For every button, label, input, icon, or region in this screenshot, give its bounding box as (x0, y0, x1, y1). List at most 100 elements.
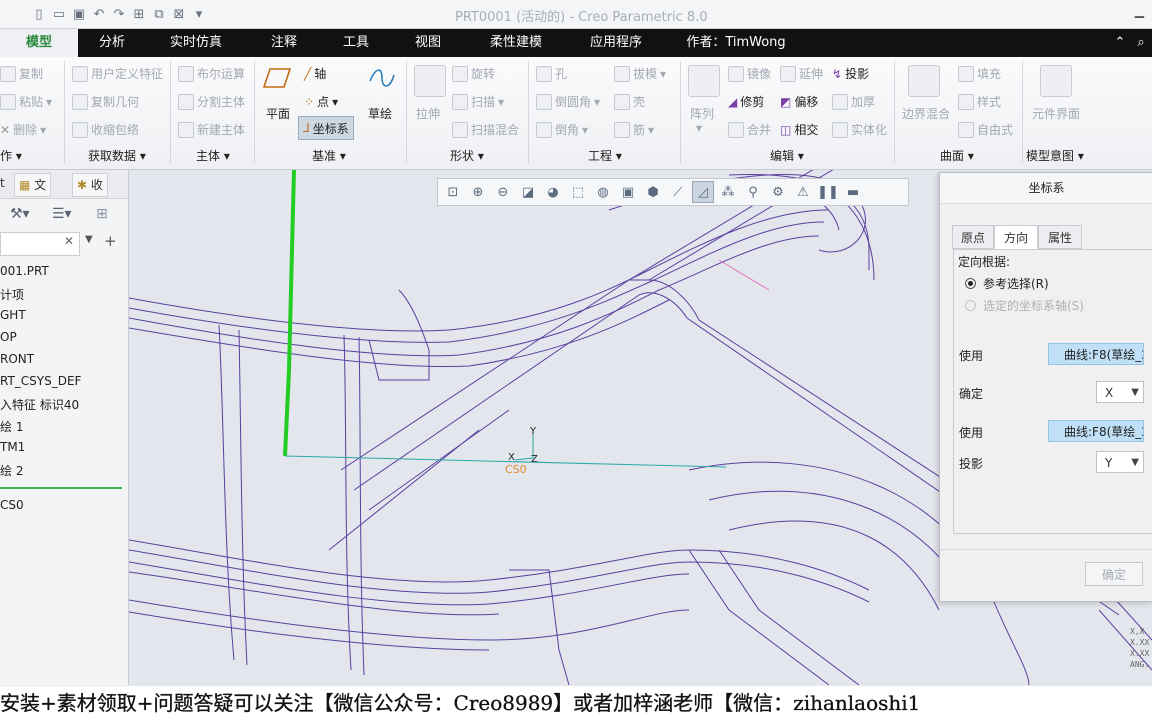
group-body[interactable]: 主体 ▾ (196, 147, 230, 164)
spin-center-icon[interactable]: ⁂ (717, 181, 739, 203)
trim-button[interactable]: ◢ 修剪 (728, 93, 764, 110)
reorient-icon[interactable]: ◕ (542, 181, 564, 203)
open-file-icon[interactable]: ▭ (50, 5, 68, 23)
group-get-data[interactable]: 获取数据 ▾ (88, 147, 146, 164)
reference-selection-radio[interactable] (965, 278, 976, 289)
style-button[interactable]: 样式 (958, 93, 1001, 110)
tab-flexible-modeling[interactable]: 柔性建模 (480, 29, 552, 57)
datum-display-icon[interactable]: ◿ (692, 181, 714, 203)
save-icon[interactable]: ▣ (70, 5, 88, 23)
copy-button[interactable]: 复制 (0, 65, 43, 82)
shell-button[interactable]: 壳 (614, 93, 645, 110)
repaint-icon[interactable]: ◪ (517, 181, 539, 203)
reference-selection-label[interactable]: 参考选择(R) (983, 275, 1049, 292)
tab-live-simulation[interactable]: 实时仿真 (160, 29, 232, 57)
boolean-button[interactable]: 布尔运算 (178, 65, 245, 82)
axis-button[interactable]: ╱ 轴 (304, 65, 326, 82)
component-interface-button[interactable]: 元件界面 (1032, 105, 1080, 122)
clear-search-icon[interactable]: ✕ (64, 234, 74, 248)
group-editing[interactable]: 编辑 ▾ (770, 147, 804, 164)
freestyle-button[interactable]: 自由式 (958, 121, 1013, 138)
selected-csys-axes-radio[interactable] (965, 300, 976, 311)
udf-button[interactable]: 用户定义特征 (72, 65, 163, 82)
extend-button[interactable]: 延伸 (780, 65, 823, 82)
tab-analysis[interactable]: 分析 (90, 29, 134, 57)
group-engineering[interactable]: 工程 ▾ (588, 147, 622, 164)
tab-view[interactable]: 视图 (406, 29, 450, 57)
sketch-button[interactable]: 草绘 (368, 105, 392, 122)
insert-here-marker[interactable] (0, 487, 122, 489)
sweep-button[interactable]: 扫描 ▾ (452, 93, 504, 110)
group-surfaces[interactable]: 曲面 ▾ (940, 147, 974, 164)
round-button[interactable]: 倒圆角 ▾ (536, 93, 600, 110)
ok-button[interactable]: 确定 (1085, 562, 1143, 586)
undo-icon[interactable]: ↶ (90, 5, 108, 23)
simulation-icon[interactable]: ⚠ (792, 181, 814, 203)
tab-author[interactable]: 作者：TimWong (684, 29, 788, 57)
revolve-button[interactable]: 旋转 (452, 65, 495, 82)
tab-orientation[interactable]: 方向 (994, 225, 1038, 249)
tab-annotate[interactable]: 注释 (262, 29, 306, 57)
tab-model[interactable]: 模型 (0, 29, 78, 57)
group-operations[interactable]: 作 ▾ (0, 147, 22, 164)
tree-item-right[interactable]: GHT (0, 308, 26, 322)
tab-origin[interactable]: 原点 (952, 225, 994, 249)
favorites-tab[interactable]: ✱ 收 (72, 173, 108, 197)
axis-1-select[interactable]: X ▼ (1096, 381, 1144, 403)
tree-item-part[interactable]: 001.PRT (0, 264, 49, 278)
chamfer-button[interactable]: 倒角 ▾ (536, 121, 588, 138)
refit-icon[interactable]: ⊡ (442, 181, 464, 203)
copy-geometry-button[interactable]: 复制几何 (72, 93, 139, 110)
point-button[interactable]: ⁘ 点 ▾ (304, 93, 338, 110)
pattern-button[interactable]: 阵列 (690, 105, 714, 122)
perspective-icon[interactable]: ▣ (617, 181, 639, 203)
collapse-ribbon-icon[interactable]: ⌃ (1110, 29, 1130, 57)
zoom-in-icon[interactable]: ⊕ (467, 181, 489, 203)
tree-item-cs0[interactable]: CS0 (0, 498, 24, 512)
tree-item-import-feature[interactable]: 入特征 标识40 (0, 396, 79, 413)
offset-button[interactable]: ◩ 偏移 (780, 93, 818, 110)
hole-button[interactable]: 孔 (536, 65, 567, 82)
tree-item-csys-def[interactable]: RT_CSYS_DEF (0, 374, 81, 388)
pause-icon[interactable]: ❚❚ (817, 181, 839, 203)
tab-applications[interactable]: 应用程序 (580, 29, 652, 57)
rib-button[interactable]: 筋 ▾ (614, 121, 654, 138)
tab-tools[interactable]: 工具 (334, 29, 378, 57)
group-model-intent[interactable]: 模型意图 ▾ (1026, 147, 1084, 164)
draft-button[interactable]: 拔模 ▾ (614, 65, 666, 82)
extrude-button[interactable]: 拉伸 (416, 105, 440, 122)
saved-views-icon[interactable]: ⬚ (567, 181, 589, 203)
tree-columns-icon[interactable]: ☰▾ (52, 206, 72, 222)
section-icon[interactable]: ⚙ (767, 181, 789, 203)
search-dropdown-icon[interactable]: ▼ (85, 234, 93, 245)
annotation-display-icon[interactable]: ⟋ (667, 181, 689, 203)
model-tree-tab[interactable]: t (0, 176, 5, 190)
help-search-icon[interactable]: ⌕ (1132, 29, 1150, 57)
solidify-button[interactable]: 实体化 (832, 121, 887, 138)
tree-item-sketch-1[interactable]: 绘 1 (0, 418, 23, 435)
shrinkwrap-button[interactable]: 收缩包络 (72, 121, 139, 138)
new-file-icon[interactable]: ▯ (30, 5, 48, 23)
tree-item-sketch-2[interactable]: 绘 2 (0, 462, 23, 479)
group-datum[interactable]: 基准 ▾ (312, 147, 346, 164)
swept-blend-button[interactable]: 扫描混合 (452, 121, 519, 138)
view-manager-icon[interactable]: ⬢ (642, 181, 664, 203)
delete-button[interactable]: ✕ 删除 ▾ (0, 121, 46, 138)
csys-button[interactable]: ⅃ 坐标系 (298, 116, 354, 140)
customize-dropdown-icon[interactable]: ▾ (190, 5, 208, 23)
fill-button[interactable]: 填充 (958, 65, 1001, 82)
intersect-button[interactable]: ◫ 相交 (780, 121, 818, 138)
more-options-icon[interactable]: ▬ (842, 181, 864, 203)
redo-icon[interactable]: ↷ (110, 5, 128, 23)
reference-collector-2[interactable]: 曲线:F8(草绘_2 (1048, 420, 1144, 442)
pattern-dropdown-icon[interactable]: ▾ (696, 121, 702, 135)
tab-properties[interactable]: 属性 (1038, 225, 1082, 249)
tree-item-front[interactable]: RONT (0, 352, 34, 366)
mirror-button[interactable]: 镜像 (728, 65, 771, 82)
project-button[interactable]: ↯ 投影 (832, 65, 869, 82)
plane-button[interactable]: 平面 (266, 105, 290, 122)
dialog-title[interactable]: 坐标系 (940, 173, 1152, 204)
tree-filter-icon[interactable]: ⊞ (96, 206, 108, 222)
regenerate-icon[interactable]: ⊞ (130, 5, 148, 23)
paste-button[interactable]: 粘贴 ▾ (0, 93, 52, 110)
